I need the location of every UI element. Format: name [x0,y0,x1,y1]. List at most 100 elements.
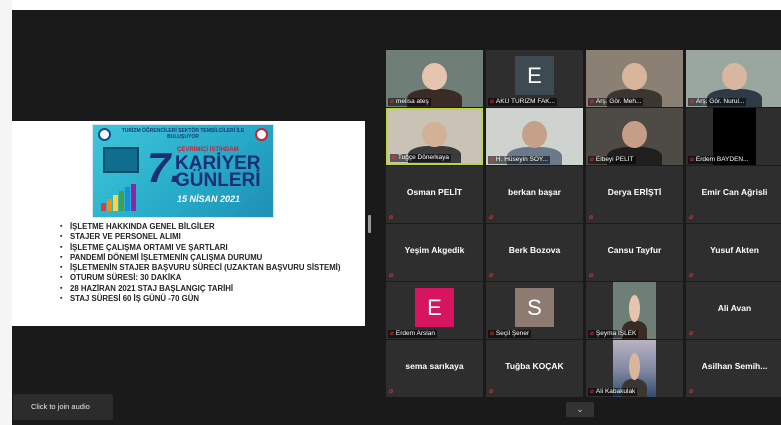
muted-mic-icon: ⌀ [489,214,494,221]
banner-title-2: GÜNLERİ [175,170,261,191]
resize-handle[interactable] [368,215,371,233]
shared-slide: TURİZM ÖĞRENCİLERİ SEKTÖR TEMSİLCİLERİ İ… [12,121,365,326]
muted-mic-icon: ⌀ [389,214,394,221]
participant-name-label: ⌀ Erdem BAYDEN... [688,156,751,164]
participant-tile[interactable]: sema sarıkaya ⌀ [386,340,483,397]
participant-tile[interactable]: Tuğba KOÇAK ⌀ [486,340,583,397]
participant-tile[interactable]: berkan başar ⌀ [486,166,583,223]
muted-mic-icon: ⌀ [390,330,394,337]
participant-tile[interactable]: ⌀ H. Hüseyin SOY... [486,108,583,165]
bullet-item: 28 HAZİRAN 2021 STAJ BAŞLANGIÇ TARİHİ [60,284,360,295]
participant-tile[interactable]: Yeşim Akgedik ⌀ [386,224,483,281]
event-banner: TURİZM ÖĞRENCİLERİ SEKTÖR TEMSİLCİLERİ İ… [92,124,274,218]
participant-name: Tuğçe Dönerkaya [397,154,449,161]
participant-avatar: E [415,288,454,327]
participant-name-label: ⌀ Ali Kabakulak [588,388,638,396]
participant-name-label: ⌀ Arş. Gör. Nurul... [688,98,747,106]
muted-mic-icon: ⌀ [490,330,494,337]
university-logo-icon [98,128,111,141]
muted-mic-icon: ⌀ [489,272,494,279]
participant-name: Tuğba KOÇAK [505,361,564,371]
participant-name: Erdem Arslan [395,330,435,337]
participant-name-label: ⌀ Tuğçe Dönerkaya [390,154,451,162]
participant-name: melisa ateş [395,98,429,105]
bullet-item: PANDEMİ DÖNEMİ İŞLETMENİN ÇALIŞMA DURUMU [60,253,360,264]
muted-mic-icon: ⌀ [392,154,396,161]
muted-mic-icon: ⌀ [590,330,594,337]
muted-mic-icon: ⌀ [689,330,694,337]
participant-avatar: S [515,288,554,327]
chevron-down-icon[interactable]: ⌄ [566,402,594,417]
muted-mic-icon: ⌀ [590,388,594,395]
meeting-window: TURİZM ÖĞRENCİLERİ SEKTÖR TEMSİLCİLERİ İ… [0,0,781,425]
bar-illustration-icon [101,183,145,211]
participant-name: Seçil Şener [495,330,530,337]
participant-name: H. Hüseyin SOY... [495,156,548,163]
participant-tile[interactable]: ⌀ melisa ateş [386,50,483,107]
participant-name-label: ⌀ Seçil Şener [488,330,532,338]
participant-tile[interactable]: ⌀ Elbeyi PELİT [586,108,683,165]
muted-mic-icon: ⌀ [490,156,494,163]
banner-date: 15 NİSAN 2021 [177,194,241,204]
muted-mic-icon: ⌀ [589,214,594,221]
participant-name: Şeyma İŞLEK [595,330,637,337]
participant-name-label: ⌀ H. Hüseyin SOY... [488,156,550,164]
participant-name: Berk Bozova [508,245,561,255]
participant-avatar: E [515,56,554,95]
participant-name: Cansu Tayfur [607,245,662,255]
participant-name: Osman PELİT [406,187,463,197]
muted-mic-icon: ⌀ [689,214,694,221]
participant-tile[interactable]: Osman PELİT ⌀ [386,166,483,223]
participant-name: Asilhan Semih... [701,361,768,371]
participant-tile[interactable]: S ⌀ Seçil Şener [486,282,583,339]
participant-tile[interactable]: Asilhan Semih... ⌀ [686,340,781,397]
participant-name-label: ⌀ Şeyma İŞLEK [588,330,639,338]
participant-name-label: ⌀ melisa ateş [388,98,431,106]
participant-name-label: ⌀ Erdem Arslan [388,330,437,338]
bullet-item: İŞLETME HAKKINDA GENEL BİLGİLER [60,222,360,233]
muted-mic-icon: ⌀ [590,98,594,105]
muted-mic-icon: ⌀ [489,388,494,395]
participant-tile[interactable]: ⌀ Tuğçe Dönerkaya [386,108,483,165]
participant-name-label: ⌀ Elbeyi PELİT [588,156,636,164]
participant-tile[interactable]: Yusuf Akten ⌀ [686,224,781,281]
join-audio-button[interactable]: Click to join audio [13,394,113,420]
muted-mic-icon: ⌀ [490,98,494,105]
participant-name-label: ⌀ AKÜ TURİZM FAK... [488,98,558,106]
participant-name: Ali Kabakulak [595,388,636,395]
participant-name: Ali Avan [717,303,752,313]
left-edge [0,0,12,425]
muted-mic-icon: ⌀ [390,98,394,105]
participant-tile[interactable]: ⌀ Şeyma İŞLEK [586,282,683,339]
banner-headline: TURİZM ÖĞRENCİLERİ SEKTÖR TEMSİLCİLERİ İ… [121,128,245,140]
muted-mic-icon: ⌀ [689,272,694,279]
participant-tile[interactable]: Ali Avan ⌀ [686,282,781,339]
participant-name: Yeşim Akgedik [404,245,465,255]
participant-name-label: ⌀ Arş. Gör. Meh... [588,98,644,106]
bullet-item: STAJ SÜRESİ 60 İŞ GÜNÜ -70 GÜN [60,294,360,305]
participant-tile[interactable]: ⌀ Erdem BAYDEN... [686,108,781,165]
participant-name: Arş. Gör. Nurul... [695,98,745,105]
participant-tile[interactable]: Cansu Tayfur ⌀ [586,224,683,281]
participant-name: Arş. Gör. Meh... [595,98,642,105]
participant-tile[interactable]: E ⌀ Erdem Arslan [386,282,483,339]
muted-mic-icon: ⌀ [589,272,594,279]
bullet-item: OTURUM SÜRESİ: 30 DAKİKA [60,273,360,284]
participant-tile[interactable]: Emir Can Ağrisli ⌀ [686,166,781,223]
bullet-item: İŞLETME ÇALIŞMA ORTAMI VE ŞARTLARI [60,243,360,254]
participant-tile[interactable]: Derya ERİŞTİ ⌀ [586,166,683,223]
participant-tile[interactable]: Berk Bozova ⌀ [486,224,583,281]
muted-mic-icon: ⌀ [590,156,594,163]
participant-tile[interactable]: ⌀ Arş. Gör. Meh... [586,50,683,107]
muted-mic-icon: ⌀ [690,156,694,163]
muted-mic-icon: ⌀ [689,388,694,395]
participant-tile[interactable]: ⌀ Ali Kabakulak [586,340,683,397]
bullet-item: İŞLETMENİN STAJER BAŞVURU SÜRECİ (UZAKTA… [60,263,360,274]
participant-name: Emir Can Ağrisli [701,187,768,197]
participant-tile[interactable]: E ⌀ AKÜ TURİZM FAK... [486,50,583,107]
participant-tile[interactable]: ⌀ Arş. Gör. Nurul... [686,50,781,107]
muted-mic-icon: ⌀ [690,98,694,105]
bullet-item: STAJER VE PERSONEL ALIMI [60,232,360,243]
participant-name: Derya ERİŞTİ [607,187,662,197]
faculty-logo-icon [255,128,268,141]
